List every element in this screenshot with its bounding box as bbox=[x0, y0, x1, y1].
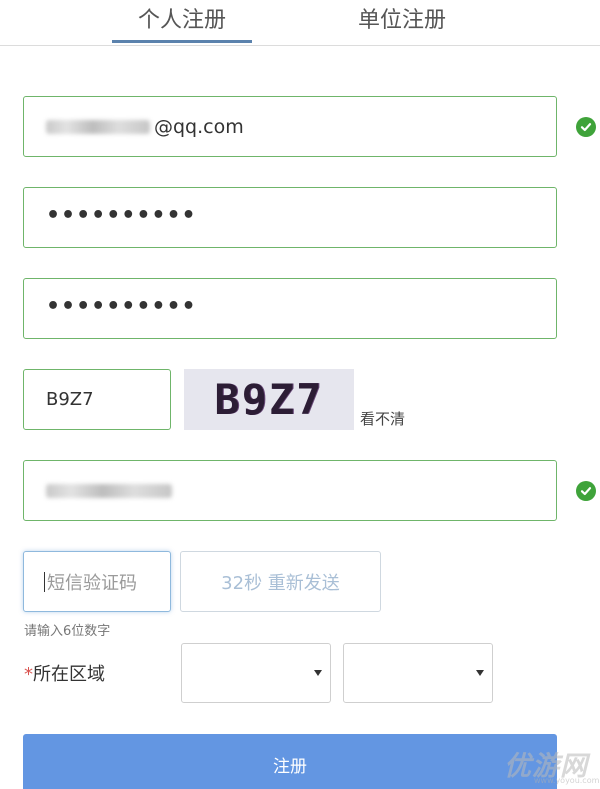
sms-code-input[interactable]: 短信验证码 bbox=[23, 551, 171, 612]
region-label: *所在区域 bbox=[24, 660, 105, 686]
password-masked-value: •••••••••• bbox=[46, 202, 197, 228]
register-button-label: 注册 bbox=[273, 756, 307, 777]
region-label-text: 所在区域 bbox=[33, 664, 105, 685]
captcha-image-text: B9Z7 bbox=[214, 375, 324, 424]
email-field[interactable]: @qq.com bbox=[23, 96, 557, 157]
province-select[interactable] bbox=[181, 643, 331, 703]
tab-bar: 个人注册 单位注册 bbox=[0, 0, 600, 46]
sms-code-placeholder: 短信验证码 bbox=[47, 572, 137, 594]
phone-field[interactable] bbox=[23, 460, 557, 521]
caret-down-icon bbox=[314, 670, 322, 676]
tab-personal-label: 个人注册 bbox=[137, 8, 226, 33]
redacted-phone-number bbox=[46, 483, 172, 498]
confirm-password-masked-value: •••••••••• bbox=[46, 293, 197, 319]
watermark-url: www.yoyou.com bbox=[534, 776, 600, 785]
register-button[interactable]: 注册 bbox=[23, 734, 557, 789]
tab-company[interactable]: 单位注册 bbox=[332, 4, 472, 40]
resend-sms-button[interactable]: 32秒 重新发送 bbox=[180, 551, 381, 612]
email-suffix: @qq.com bbox=[154, 115, 244, 138]
password-field[interactable]: •••••••••• bbox=[23, 187, 557, 248]
required-mark: * bbox=[24, 664, 33, 685]
captcha-refresh-link[interactable]: 看不清 bbox=[360, 408, 405, 429]
watermark-logo: 优游网 www.yoyou.com bbox=[504, 744, 600, 788]
redacted-email-prefix bbox=[46, 119, 150, 134]
resend-sms-label: 32秒 重新发送 bbox=[221, 572, 340, 594]
check-circle-icon bbox=[576, 481, 596, 501]
active-tab-indicator bbox=[112, 40, 252, 43]
tab-company-label: 单位注册 bbox=[357, 8, 446, 33]
tab-personal[interactable]: 个人注册 bbox=[112, 4, 252, 43]
register-page: 个人注册 单位注册 @qq.com •••••••••• •••••••••• … bbox=[0, 0, 600, 789]
check-circle-icon bbox=[576, 117, 596, 137]
captcha-image[interactable]: B9Z7 bbox=[184, 369, 354, 430]
captcha-input-value: B9Z7 bbox=[46, 389, 94, 410]
caret-down-icon bbox=[476, 670, 484, 676]
city-select[interactable] bbox=[343, 643, 493, 703]
sms-hint: 请输入6位数字 bbox=[24, 624, 111, 639]
captcha-input[interactable]: B9Z7 bbox=[23, 369, 171, 430]
text-caret bbox=[44, 571, 45, 592]
confirm-password-field[interactable]: •••••••••• bbox=[23, 278, 557, 339]
